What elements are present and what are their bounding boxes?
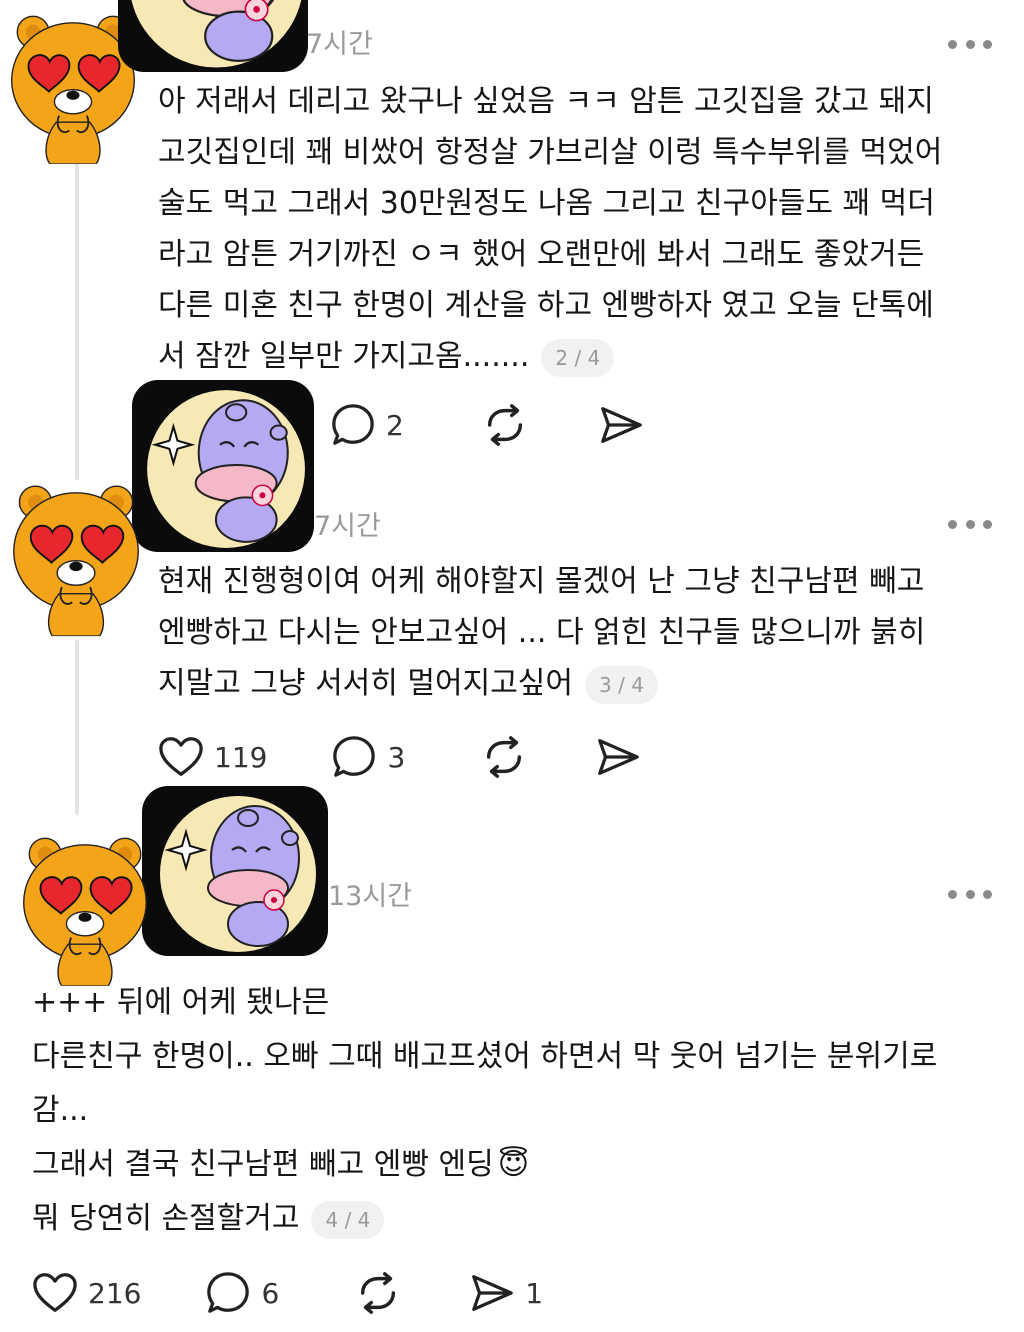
like-count: 216	[88, 1276, 142, 1310]
post-line: 뭐 당연히 손절할거고	[32, 1201, 300, 1236]
post-line: 다른 미혼 친구 한명이 계산을 하고 엔빵하자 였고 오늘 단톡에	[158, 288, 934, 323]
share-button[interactable]	[598, 402, 644, 448]
page-badge: 4 / 4	[311, 1200, 385, 1239]
repost-button[interactable]	[481, 734, 527, 780]
like-count: 119	[214, 740, 268, 774]
post-line: +++ 뒤에 어케 됐나믄	[32, 985, 330, 1020]
heart-icon	[32, 1271, 78, 1315]
post-body: 아 저래서 데리고 왔구나 싶었음 ㅋㅋ 암튼 고깃집을 갔고 돼지 고깃집인데…	[158, 76, 942, 382]
page-badge: 2 / 4	[541, 338, 615, 377]
halo-smile-emoji: 😇	[497, 1147, 529, 1182]
post-line: 라고 암튼 거기까진 ㅇㅋ 했어 오랜만에 봐서 그래도 좋았거든	[158, 237, 925, 272]
post-line: 그래서 결국 친구남편 빼고 엔빵 엔딩	[32, 1147, 494, 1182]
post-line: 다른친구 한명이.. 오빠 그때 배고프셨어 하면서 막 웃어 넘기는 분위기로	[32, 1039, 938, 1074]
like-button[interactable]: 216	[32, 1271, 141, 1315]
repost-button[interactable]	[482, 402, 528, 448]
repost-icon	[355, 1270, 401, 1316]
post-line: 현재 진행형이여 어케 해야할지 몰겠어 난 그냥 친구남편 빼고	[158, 564, 925, 599]
post-line: 지말고 그냥 서서히 멀어지고싶어	[158, 666, 574, 701]
comment-button[interactable]: 6	[205, 1270, 279, 1316]
send-icon	[595, 734, 641, 780]
comment-bubble-icon	[205, 1270, 251, 1316]
like-button[interactable]: 119	[158, 735, 267, 779]
timestamp: 13시간	[328, 881, 413, 912]
comment-count: 3	[387, 740, 406, 774]
send-icon	[469, 1270, 515, 1316]
share-button[interactable]: 1	[469, 1270, 543, 1316]
send-icon	[598, 402, 644, 448]
repost-button[interactable]	[355, 1270, 401, 1316]
post-line: 엔빵하고 다시는 안보고싶어 ... 다 얽힌 친구들 많으니까 붉히	[158, 615, 926, 650]
thread-line	[75, 150, 79, 480]
more-horizontal-icon[interactable]	[948, 38, 992, 50]
page-badge: 3 / 4	[585, 665, 658, 704]
share-count: 1	[525, 1276, 544, 1310]
sticker-avatar[interactable]	[118, 0, 308, 72]
post-actions: 119 3	[158, 734, 691, 780]
more-horizontal-icon[interactable]	[948, 888, 992, 900]
post-actions: 2	[330, 402, 694, 448]
more-horizontal-icon[interactable]	[948, 518, 992, 530]
comment-button[interactable]: 3	[331, 734, 405, 780]
heart-icon	[158, 735, 204, 779]
comment-count: 2	[386, 408, 404, 442]
post-line: 술도 먹고 그래서 30만원정도 나옴 그리고 친구아들도 꽤 먹더	[158, 186, 935, 221]
sticker-avatar[interactable]	[142, 786, 328, 956]
repost-icon	[482, 402, 528, 448]
post-line: 서 잠깐 일부만 가지고옴.......	[158, 339, 530, 374]
timestamp: 7시간	[306, 29, 373, 60]
post-body: +++ 뒤에 어케 됐나믄 다른친구 한명이.. 오빠 그때 배고프셨어 하면서…	[32, 976, 937, 1246]
post-line: 아 저래서 데리고 왔구나 싶었음 ㅋㅋ 암튼 고깃집을 갔고 돼지	[158, 84, 934, 119]
sticker-avatar[interactable]	[132, 380, 314, 552]
comment-count: 6	[261, 1276, 280, 1310]
bear-avatar[interactable]	[20, 826, 150, 988]
comment-bubble-icon	[331, 734, 377, 780]
share-button[interactable]	[595, 734, 641, 780]
post-line: 고깃집인데 꽤 비쌌어 항정살 가브리살 이렁 특수부위를 먹었어	[158, 135, 943, 170]
comment-button[interactable]: 2	[330, 402, 404, 448]
timestamp: 7시간	[314, 511, 381, 542]
thread-line	[75, 640, 79, 815]
post-line: 감...	[32, 1093, 89, 1128]
post-actions: 216 6 1	[32, 1270, 593, 1316]
post-body: 현재 진행형이여 어케 해야할지 몰겠어 난 그냥 친구남편 빼고 엔빵하고 다…	[158, 556, 925, 709]
repost-icon	[481, 734, 527, 780]
comment-bubble-icon	[330, 402, 376, 448]
bear-avatar[interactable]	[10, 474, 142, 638]
